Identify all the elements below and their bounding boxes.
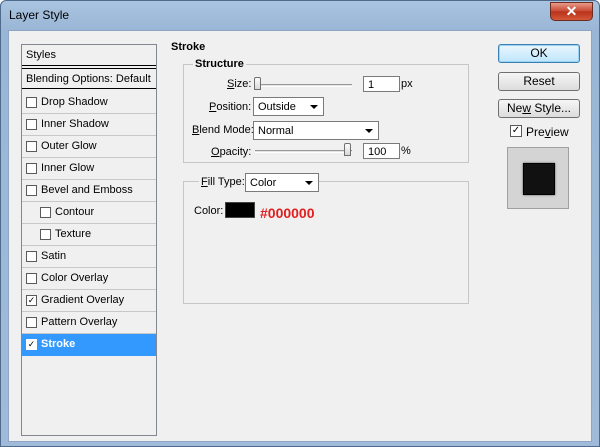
- preview-thumbnail: [523, 163, 555, 195]
- opacity-label: Opacity:: [211, 146, 252, 158]
- size-slider-thumb[interactable]: [254, 77, 261, 90]
- style-item[interactable]: Contour: [22, 202, 156, 224]
- stroke-section-title: Stroke: [169, 41, 208, 53]
- blend-mode-select[interactable]: Normal: [253, 121, 379, 140]
- blend-mode-label: Blend Mode:: [192, 124, 254, 136]
- style-item[interactable]: Inner Shadow: [22, 114, 156, 136]
- styles-header[interactable]: Styles: [22, 45, 156, 66]
- fill-type-label: Fill Type:: [199, 176, 247, 188]
- color-hex-annotation: #000000: [260, 205, 315, 221]
- styles-list: Styles Blending Options: Default Drop Sh…: [21, 44, 157, 436]
- style-item-label: Color Overlay: [41, 272, 109, 284]
- fill-group: [183, 181, 469, 304]
- style-item-label: Gradient Overlay: [41, 294, 125, 306]
- style-item-label: Inner Glow: [41, 162, 95, 174]
- chevron-down-icon: [365, 129, 373, 133]
- reset-button[interactable]: Reset: [498, 72, 580, 91]
- window-title: Layer Style: [9, 8, 70, 22]
- style-checkbox[interactable]: [26, 273, 37, 284]
- style-item[interactable]: Color Overlay: [22, 268, 156, 290]
- preview-checkbox[interactable]: ✓: [510, 125, 522, 137]
- close-button[interactable]: ✕: [550, 2, 593, 21]
- opacity-slider-thumb[interactable]: [344, 143, 351, 156]
- style-checkbox[interactable]: [26, 163, 37, 174]
- title-bar[interactable]: Layer Style ✕: [1, 1, 599, 31]
- style-checkbox[interactable]: [26, 317, 37, 328]
- style-item[interactable]: Outer Glow: [22, 136, 156, 158]
- layer-style-window: Layer Style ✕ Styles Blending Options: D…: [0, 0, 600, 447]
- opacity-slider-track[interactable]: [255, 150, 352, 153]
- structure-title: Structure: [193, 58, 246, 70]
- style-item-label: Pattern Overlay: [41, 316, 118, 328]
- style-item-label: Stroke: [41, 338, 76, 350]
- style-item[interactable]: Drop Shadow: [22, 92, 156, 114]
- style-item[interactable]: Pattern Overlay: [22, 312, 156, 334]
- style-checkbox[interactable]: ✓: [26, 295, 37, 306]
- chevron-down-icon: [305, 181, 313, 185]
- new-style-button[interactable]: New Style...: [498, 99, 580, 118]
- size-unit: px: [401, 78, 413, 90]
- style-checkbox[interactable]: [26, 141, 37, 152]
- ok-button[interactable]: OK: [498, 44, 580, 63]
- style-item-label: Texture: [55, 228, 92, 240]
- style-checkbox[interactable]: [26, 97, 37, 108]
- style-item-label: Outer Glow: [41, 140, 97, 152]
- style-checkbox[interactable]: [40, 207, 51, 218]
- style-checkbox[interactable]: [26, 119, 37, 130]
- style-item-label: Contour: [55, 206, 95, 218]
- color-swatch[interactable]: [225, 202, 255, 218]
- size-label: Size:: [227, 78, 252, 90]
- dialog-client-area: Styles Blending Options: Default Drop Sh…: [8, 30, 592, 442]
- style-item[interactable]: ✓ Stroke: [22, 334, 156, 356]
- chevron-down-icon: [310, 105, 318, 109]
- style-item-label: Satin: [41, 250, 67, 262]
- style-item[interactable]: Inner Glow: [22, 158, 156, 180]
- opacity-unit: %: [401, 145, 411, 157]
- style-item[interactable]: Bevel and Emboss: [22, 180, 156, 202]
- position-select[interactable]: Outside: [253, 97, 324, 116]
- color-label: Color:: [194, 205, 224, 217]
- style-item-label: Drop Shadow: [41, 96, 108, 108]
- style-item[interactable]: Satin: [22, 246, 156, 268]
- style-item[interactable]: Texture: [22, 224, 156, 246]
- style-checkbox[interactable]: ✓: [26, 339, 37, 350]
- style-item-label: Bevel and Emboss: [41, 184, 133, 196]
- size-slider-track[interactable]: [255, 84, 352, 87]
- style-item-label: Inner Shadow: [41, 118, 109, 130]
- style-checkbox[interactable]: [26, 251, 37, 262]
- preview-label: Preview: [526, 125, 569, 139]
- close-icon: ✕: [565, 3, 578, 19]
- size-input[interactable]: 1: [363, 76, 400, 92]
- fill-type-select[interactable]: Color: [245, 173, 319, 192]
- preview-swatch: [507, 147, 569, 209]
- position-label: Position:: [209, 101, 252, 113]
- opacity-input[interactable]: 100: [363, 143, 400, 159]
- style-checkbox[interactable]: [26, 185, 37, 196]
- blending-options-item[interactable]: Blending Options: Default: [22, 68, 156, 89]
- style-checkbox[interactable]: [40, 229, 51, 240]
- style-item[interactable]: ✓ Gradient Overlay: [22, 290, 156, 312]
